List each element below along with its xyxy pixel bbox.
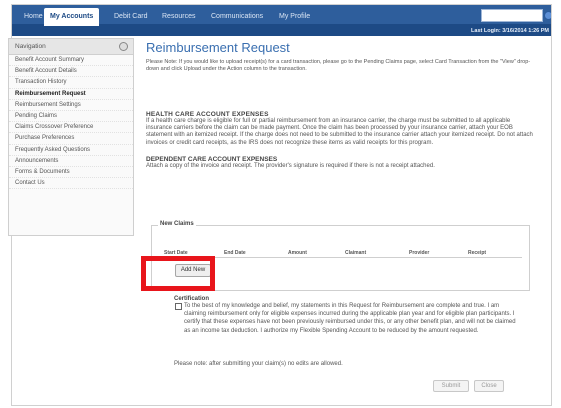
column-claimant: Claimant: [345, 250, 367, 256]
sidebar-item-reimbursement-request[interactable]: Reimbursement Request: [9, 89, 133, 100]
sidebar-item-contact-us[interactable]: Contact Us: [9, 178, 133, 190]
close-button[interactable]: Close: [474, 380, 504, 392]
sidebar-item-transaction-history[interactable]: Transaction History: [9, 77, 133, 89]
submission-note: Please note: after submitting your claim…: [174, 361, 343, 367]
claims-table-header: Start Date End Date Amount Claimant Prov…: [162, 250, 522, 258]
tab-my-accounts[interactable]: My Accounts: [44, 8, 100, 26]
health-care-heading: HEALTH CARE ACCOUNT EXPENSES: [146, 111, 269, 118]
gear-icon[interactable]: [119, 42, 128, 51]
highlight-box: [141, 256, 215, 291]
sidebar-item-pending-claims[interactable]: Pending Claims: [9, 111, 133, 123]
tab-debit-card[interactable]: Debit Card: [108, 9, 153, 24]
search-go-button[interactable]: [543, 8, 551, 23]
sidebar-item-faq[interactable]: Frequently Asked Questions: [9, 145, 133, 156]
search-input[interactable]: [481, 9, 543, 22]
dependent-care-heading: DEPENDENT CARE ACCOUNT EXPENSES: [146, 155, 278, 163]
sidebar: Navigation Benefit Account Summary Benef…: [8, 38, 134, 236]
last-login: Last Login: 3/16/2014 1:26 PM: [12, 26, 551, 36]
health-care-text: If a health care charge is eligible for …: [146, 118, 533, 146]
dependent-care-text: Attach a copy of the invoice and receipt…: [146, 162, 435, 169]
tab-resources[interactable]: Resources: [156, 9, 201, 24]
column-provider: Provider: [409, 250, 430, 256]
search-icon: [544, 11, 551, 20]
certification-text: To the best of my knowledge and belief, …: [184, 303, 516, 334]
sidebar-item-benefit-account-details[interactable]: Benefit Account Details: [9, 66, 133, 78]
main-content: Reimbursement Request Please Note: If yo…: [146, 40, 534, 170]
sidebar-item-benefit-account-summary[interactable]: Benefit Account Summary: [9, 55, 133, 67]
sidebar-item-forms-documents[interactable]: Forms & Documents: [9, 167, 133, 179]
submit-button[interactable]: Submit: [433, 380, 469, 392]
page-title: Reimbursement Request: [146, 40, 290, 55]
column-amount: Amount: [288, 250, 307, 256]
sidebar-item-reimbursement-settings[interactable]: Reimbursement Settings: [9, 100, 133, 111]
sidebar-item-purchase-preferences[interactable]: Purchase Preferences: [9, 133, 133, 145]
tab-communications[interactable]: Communications: [205, 9, 269, 24]
new-claims-legend: New Claims: [158, 221, 196, 227]
top-navigation: Home My Accounts Debit Card Resources Co…: [12, 5, 551, 26]
column-receipt: Receipt: [468, 250, 487, 256]
column-end-date: End Date: [224, 250, 246, 256]
certification-checkbox[interactable]: [175, 303, 182, 310]
sidebar-item-claims-crossover[interactable]: Claims Crossover Preference: [9, 122, 133, 134]
sidebar-title: Navigation: [15, 43, 46, 50]
sidebar-header: Navigation: [9, 39, 133, 55]
sidebar-item-announcements[interactable]: Announcements: [9, 156, 133, 167]
tab-my-profile[interactable]: My Profile: [273, 9, 316, 24]
intro-note: Please Note: If you would like to upload…: [146, 59, 531, 72]
